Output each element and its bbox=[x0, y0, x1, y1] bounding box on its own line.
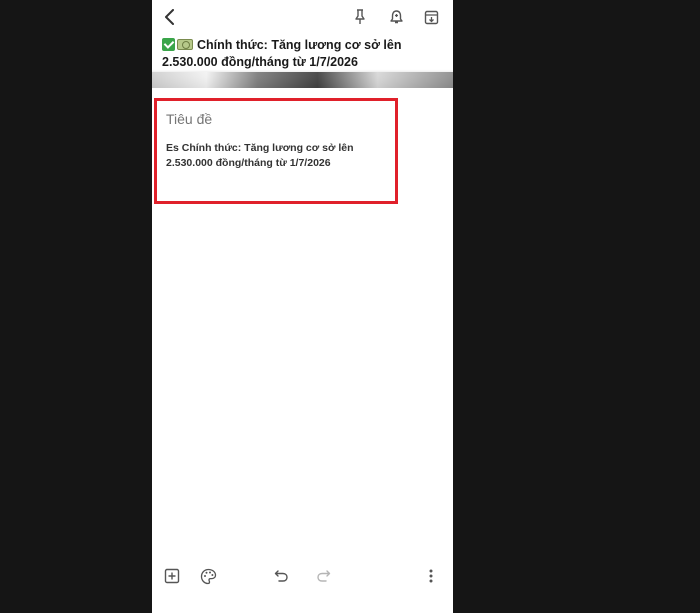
note-top-toolbar bbox=[152, 0, 453, 34]
preview-title-text: Chính thức: Tăng lương cơ sở lên 2.530.0… bbox=[162, 38, 402, 69]
note-editor-highlighted: Es Chính thức: Tăng lương cơ sở lên 2.53… bbox=[154, 98, 398, 204]
back-arrow-icon[interactable] bbox=[159, 6, 181, 28]
undo-icon[interactable] bbox=[271, 566, 291, 586]
check-mark-icon bbox=[162, 38, 175, 51]
note-bottom-toolbar bbox=[152, 563, 453, 589]
note-title-input[interactable] bbox=[166, 111, 391, 127]
phone-screen: Chính thức: Tăng lương cơ sở lên 2.530.0… bbox=[152, 0, 453, 613]
redo-icon[interactable] bbox=[313, 566, 333, 586]
money-icon bbox=[177, 39, 193, 50]
note-body-text[interactable]: Es Chính thức: Tăng lương cơ sở lên 2.53… bbox=[166, 141, 394, 171]
palette-icon[interactable] bbox=[198, 566, 218, 586]
add-box-icon[interactable] bbox=[162, 566, 182, 586]
archive-icon[interactable] bbox=[420, 6, 442, 28]
note-image-preview: Chính thức: Tăng lương cơ sở lên 2.530.0… bbox=[152, 34, 453, 88]
more-vert-icon[interactable] bbox=[421, 566, 441, 586]
preview-title: Chính thức: Tăng lương cơ sở lên 2.530.0… bbox=[162, 37, 447, 71]
pin-icon[interactable] bbox=[349, 6, 371, 28]
reminder-bell-icon[interactable] bbox=[385, 6, 407, 28]
preview-image-strip bbox=[152, 72, 453, 88]
